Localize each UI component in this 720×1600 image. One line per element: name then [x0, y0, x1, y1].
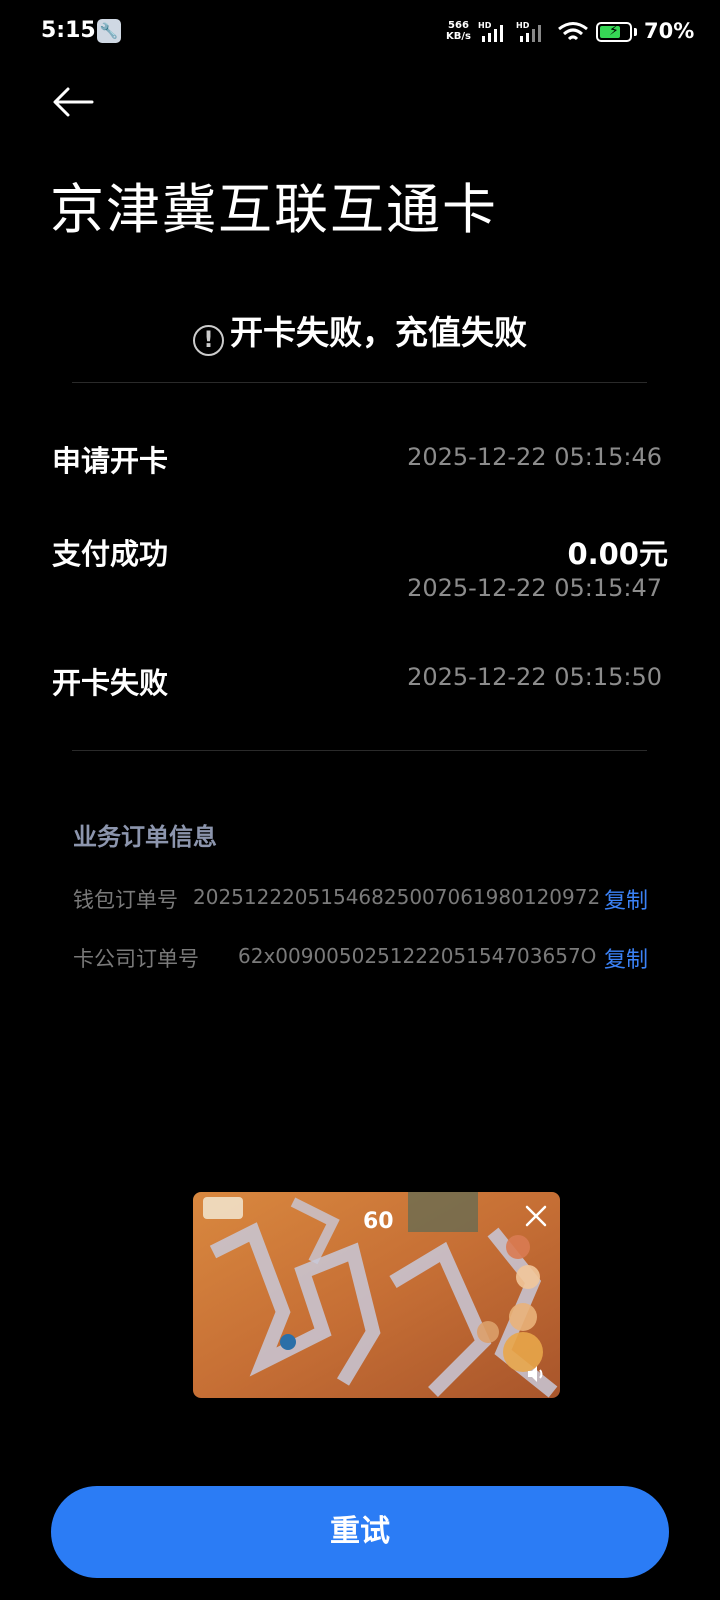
step-payment-amount: 0.00元: [567, 537, 668, 571]
retry-button[interactable]: 重试: [51, 1486, 669, 1578]
video-frame: 60: [193, 1192, 560, 1398]
svg-text:HD: HD: [478, 21, 492, 30]
battery-icon: ⚡: [596, 22, 632, 42]
svg-text:60: 60: [363, 1209, 394, 1234]
wallet-order-number: 20251222051546825007061980120972: [193, 885, 601, 909]
battery-percent: 70%: [644, 19, 695, 43]
page-title: 京津冀互联互通卡: [50, 178, 498, 241]
step-apply-label: 申请开卡: [52, 444, 169, 478]
copy-wallet-order-button[interactable]: 复制: [604, 883, 648, 915]
signal-icon: HD: [478, 21, 503, 42]
step-fail-time: 2025-12-22 05:15:50: [407, 663, 662, 691]
divider: [72, 750, 647, 751]
svg-text:HD: HD: [516, 21, 530, 30]
step-fail-label: 开卡失败: [52, 666, 169, 700]
status-message: 开卡失败，充值失败: [230, 313, 527, 352]
close-icon[interactable]: [524, 1204, 548, 1228]
step-payment-time: 2025-12-22 05:15:47: [407, 574, 662, 602]
wrench-icon: 🔧: [97, 19, 121, 43]
volume-icon[interactable]: [526, 1364, 548, 1384]
status-time: 5:15: [41, 18, 96, 43]
step-apply-time: 2025-12-22 05:15:46: [407, 443, 662, 471]
net-speed: 566 KB/s: [446, 20, 471, 42]
step-payment-label: 支付成功: [52, 537, 169, 571]
back-arrow-icon[interactable]: [52, 86, 94, 118]
card-company-order-number: 62x009005025122205154703657O: [238, 944, 597, 968]
failure-status: ! 开卡失败，充值失败: [0, 306, 720, 356]
battery-tip: [634, 28, 637, 36]
wallet-order-label: 钱包订单号: [73, 888, 178, 912]
copy-card-company-order-button[interactable]: 复制: [604, 942, 648, 974]
warning-icon: !: [193, 325, 224, 356]
floating-video-window[interactable]: 60: [193, 1192, 560, 1398]
wifi-icon: [558, 22, 588, 41]
order-info-title: 业务订单信息: [73, 823, 217, 851]
signal-icon-2: HD: [516, 21, 541, 42]
card-company-order-label: 卡公司订单号: [73, 947, 199, 971]
divider: [72, 382, 647, 383]
